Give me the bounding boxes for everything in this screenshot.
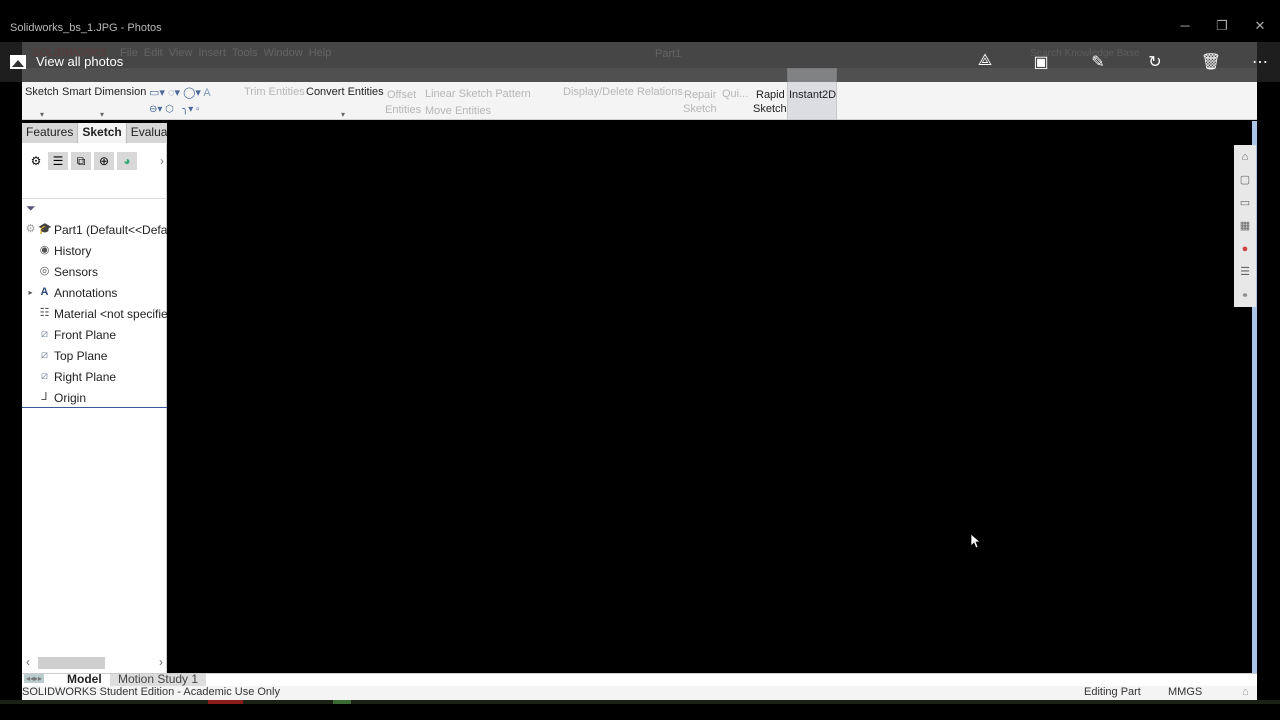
tree-item-sensors[interactable]: ◎ Sensors	[22, 262, 167, 282]
view-all-photos-button[interactable]: View all photos	[10, 54, 123, 69]
share-icon[interactable]: ⟁	[973, 52, 997, 72]
property-manager-tab-icon[interactable]: ☰	[48, 152, 68, 170]
tree-item-top-plane[interactable]: ⧄ Top Plane	[22, 346, 167, 366]
appearances-icon[interactable]: ●	[1237, 241, 1253, 257]
material-icon: ☷	[39, 307, 50, 319]
instant2d-button[interactable]: Instant2D	[789, 89, 836, 101]
plane-icon: ⧄	[41, 328, 48, 340]
more-options-icon[interactable]: ⋯	[1248, 52, 1272, 72]
smart-dimension-dropdown-icon[interactable]: ▾	[100, 110, 104, 119]
move-entities-button[interactable]: Move Entities	[425, 105, 491, 117]
part-icon: 🎓	[38, 223, 52, 235]
repair-sketch-button[interactable]: Repair	[684, 89, 716, 101]
offset-entities-button[interactable]: Offset	[387, 89, 416, 101]
slideshow-icon[interactable]: ▣	[1029, 52, 1053, 72]
photos-title-bar	[0, 0, 1280, 42]
edit-pencil-icon[interactable]: ✎	[1086, 52, 1110, 72]
sketch-tools-icons[interactable]: ▭▾ ◌▾ ◯▾ A	[149, 86, 211, 99]
minimize-button[interactable]: ─	[1170, 18, 1200, 38]
view-palette-icon[interactable]: ▦	[1237, 218, 1253, 234]
rapid-sketch-button[interactable]: Rapid	[756, 89, 785, 101]
tree-item-material[interactable]: ☷ Material <not specifie	[22, 304, 167, 324]
tree-item-part1[interactable]: ⚙ 🎓 Part1 (Default<<Defa	[22, 220, 167, 240]
units-selector[interactable]: MMGS	[1168, 686, 1202, 698]
feature-manager-tabs: ⚙ ☰ ⧉ ⊕ ◕ ›	[22, 148, 167, 174]
display-delete-relations-button[interactable]: Display/Delete Relations	[563, 86, 683, 98]
editing-mode-status: Editing Part	[1084, 686, 1141, 698]
linear-sketch-pattern-button[interactable]: Linear Sketch Pattern	[425, 88, 531, 100]
expand-arrow-icon[interactable]: ▸	[24, 286, 37, 299]
repair-sketch-label-2: Sketch	[683, 103, 717, 115]
tab-features[interactable]: Features	[22, 123, 79, 143]
progress-marker-red	[208, 700, 243, 704]
status-bar: SOLIDWORKS Student Edition - Academic Us…	[22, 686, 1257, 700]
tree-item-right-plane[interactable]: ⧄ Right Plane	[22, 367, 167, 387]
window-title: Solidworks_bs_1.JPG - Photos	[10, 22, 162, 34]
origin-icon: ⅃	[41, 391, 48, 403]
restore-button[interactable]: ❐	[1207, 18, 1237, 38]
dimxpert-manager-tab-icon[interactable]: ⊕	[94, 152, 114, 170]
photos-icon	[10, 54, 26, 69]
slot-polygon-icons[interactable]: ⊖▾ ⬡ ╮▾ ▫	[149, 104, 200, 115]
part-gear-icon: ⚙	[25, 223, 36, 235]
video-progress-strip	[0, 700, 1280, 704]
mouse-cursor-icon	[971, 534, 981, 549]
rotate-icon[interactable]: ↻	[1143, 52, 1167, 72]
tree-item-history[interactable]: ◉ History	[22, 241, 167, 261]
tab-nav-arrows-icon[interactable]: ◂◂▸▸	[24, 674, 45, 683]
sketch-button[interactable]: Sketch	[25, 86, 59, 98]
scrollbar-thumb[interactable]	[38, 657, 105, 669]
feature-tree-tab-icon[interactable]: ⚙	[26, 152, 46, 170]
plane-icon: ⧄	[41, 370, 48, 382]
smart-dimension-button[interactable]: Smart Dimension	[62, 86, 146, 98]
view-all-photos-label: View all photos	[36, 54, 124, 69]
tab-motion-study[interactable]: Motion Study 1	[110, 674, 207, 686]
close-button[interactable]: ✕	[1245, 18, 1275, 38]
history-icon: ◉	[39, 244, 50, 256]
tree-filter[interactable]: ⏷	[22, 198, 167, 218]
sensors-icon: ◎	[39, 265, 50, 277]
progress-marker-green	[333, 700, 351, 704]
tab-sketch[interactable]: Sketch	[78, 123, 127, 143]
scroll-left-icon[interactable]: ‹	[26, 655, 30, 669]
offset-entities-label-2: Entities	[385, 104, 422, 116]
task-pane-tabs: ⌂ ▢ ▭ ▦ ● ☰ ⚭	[1234, 145, 1256, 307]
graphics-area[interactable]	[167, 121, 1252, 674]
trim-entities-button[interactable]: Trim Entities	[244, 86, 305, 98]
tag-icon[interactable]: ⌂	[1242, 686, 1249, 698]
folder-icon[interactable]: ▭	[1237, 195, 1253, 211]
model-tabs-bar: ◂◂▸▸ Model Motion Study 1	[22, 673, 1257, 687]
tree-item-front-plane[interactable]: ⧄ Front Plane	[22, 325, 167, 345]
tab-model[interactable]: Model	[67, 674, 102, 686]
quick-snaps-button[interactable]: Qui...	[722, 88, 748, 100]
configuration-manager-tab-icon[interactable]: ⧉	[71, 152, 91, 170]
tree-item-origin[interactable]: ⅃ Origin	[22, 388, 167, 408]
plane-icon: ⧄	[41, 349, 48, 361]
home-icon[interactable]: ⌂	[1237, 149, 1253, 165]
filter-icon: ⏷	[26, 201, 36, 215]
custom-properties-icon[interactable]: ☰	[1237, 264, 1253, 280]
edition-status: SOLIDWORKS Student Edition - Academic Us…	[22, 686, 280, 698]
annotations-icon: A	[40, 286, 49, 298]
scroll-right-icon[interactable]: ›	[159, 655, 163, 669]
forum-icon[interactable]: ⚭	[1237, 287, 1253, 303]
delete-icon[interactable]: 🗑	[1199, 52, 1223, 72]
display-manager-tab-icon[interactable]: ◕	[117, 152, 137, 170]
convert-entities-dropdown-icon[interactable]: ▾	[341, 110, 345, 119]
resources-icon[interactable]: ▢	[1237, 172, 1253, 188]
sketch-dropdown-icon[interactable]: ▾	[40, 110, 44, 119]
tree-item-annotations[interactable]: ▸ A Annotations	[22, 283, 167, 303]
rapid-sketch-label-2: Sketch	[753, 103, 787, 115]
convert-entities-button[interactable]: Convert Entities	[306, 86, 384, 98]
